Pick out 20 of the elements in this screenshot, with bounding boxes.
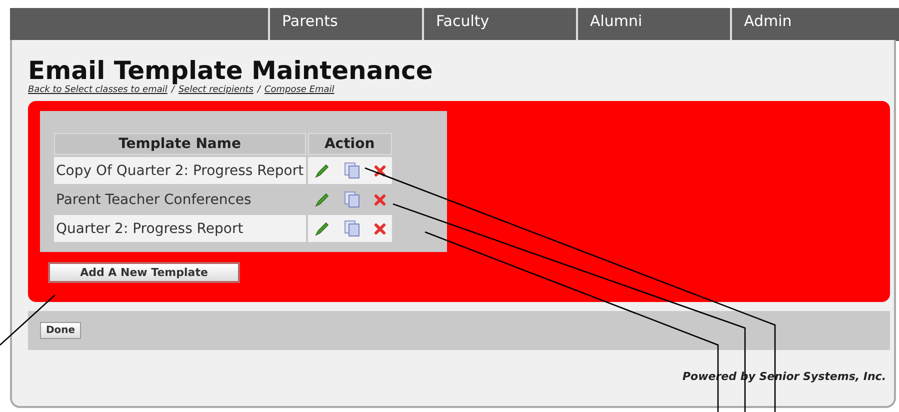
breadcrumb-link[interactable]: Compose Email: [264, 85, 334, 95]
breadcrumb-link[interactable]: Back to Select classes to email: [28, 85, 168, 95]
page-title: Email Template Maintenance: [28, 56, 434, 85]
column-header: Action: [308, 133, 392, 155]
pencil-icon[interactable]: [314, 192, 330, 208]
copy-icon[interactable]: [344, 220, 360, 237]
separator: /: [171, 85, 174, 95]
template-name-cell: Quarter 2: Progress Report: [54, 215, 306, 242]
separator: /: [257, 85, 260, 95]
column-header: Template Name: [54, 133, 306, 155]
pencil-icon[interactable]: [314, 220, 330, 236]
template-name-cell-text: Parent Teacher Conferences: [55, 190, 252, 210]
add-template-button[interactable]: Add A New Template: [48, 262, 240, 283]
pencil-icon[interactable]: [314, 162, 330, 178]
breadcrumb-link[interactable]: Select recipients: [178, 85, 254, 95]
copy-icon[interactable]: [344, 162, 360, 179]
delete-icon[interactable]: [374, 164, 386, 176]
copy-icon[interactable]: [344, 191, 360, 208]
template-name-cell: Copy Of Quarter 2: Progress Report: [54, 157, 306, 184]
done-button[interactable]: Done: [40, 322, 82, 339]
